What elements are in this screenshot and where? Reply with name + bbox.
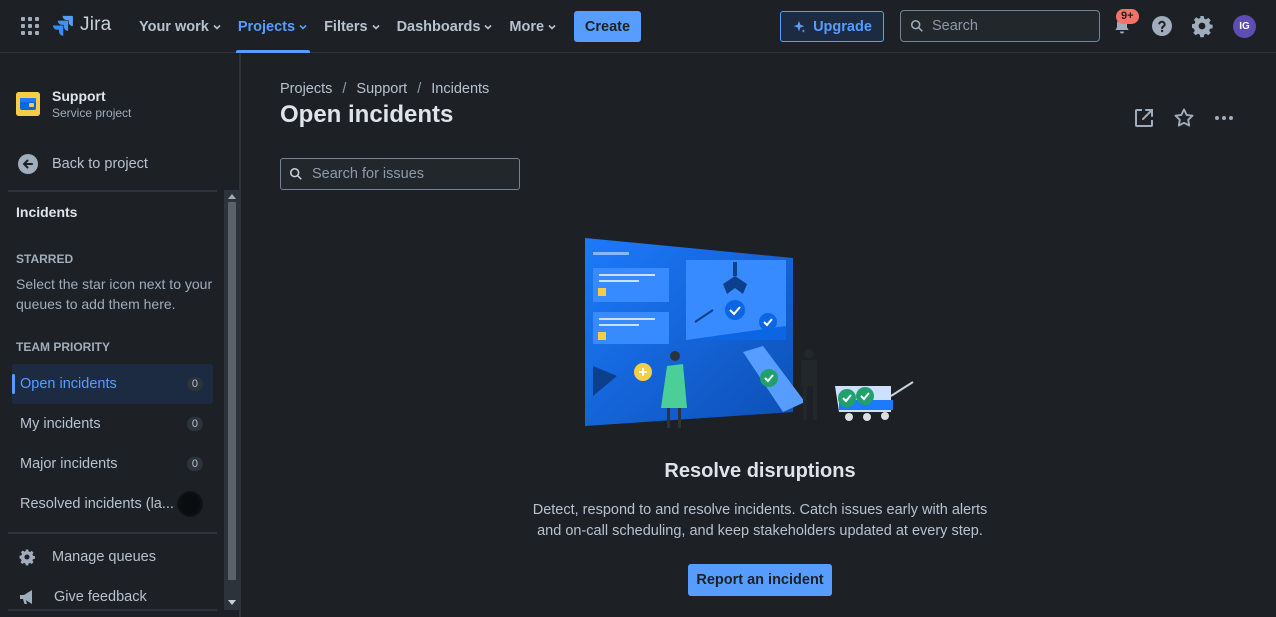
queue-count-badge: 0 (186, 377, 203, 391)
issue-search[interactable] (280, 158, 520, 190)
settings-gear-icon[interactable] (1190, 14, 1214, 38)
project-header[interactable]: Support Service project (16, 88, 131, 120)
global-search[interactable] (900, 10, 1100, 42)
back-to-project-link[interactable]: Back to project (18, 154, 148, 174)
give-feedback-label: Give feedback (54, 589, 147, 605)
queue-my-incidents[interactable]: My incidents 0 (12, 404, 213, 444)
global-search-input[interactable] (932, 18, 1082, 34)
nav-projects[interactable]: Projects (230, 0, 316, 53)
issue-search-input[interactable] (312, 166, 512, 182)
empty-state-description-line: and on-call scheduling, and keep stakeho… (537, 523, 983, 539)
arrow-left-circle-icon (18, 154, 38, 174)
queue-label: Major incidents (20, 456, 118, 472)
chevron-down-icon (548, 24, 556, 30)
nav-projects-label: Projects (237, 18, 296, 35)
queue-resolved-incidents[interactable]: Resolved incidents (la... (12, 484, 213, 524)
divider (8, 532, 217, 534)
empty-state-description-line: Detect, respond to and resolve incidents… (532, 502, 988, 518)
sidebar-scrollbar[interactable] (224, 190, 240, 610)
help-icon[interactable] (1150, 14, 1174, 38)
breadcrumb-separator: / (342, 81, 347, 97)
breadcrumb-support[interactable]: Support (356, 81, 407, 97)
gear-icon (19, 549, 35, 566)
nav-dashboards-label: Dashboards (396, 18, 481, 35)
starred-empty-note: Select the star icon next to your queues… (16, 276, 213, 312)
create-button[interactable]: Create (574, 11, 641, 42)
sparkle-icon (793, 20, 806, 33)
chevron-down-icon (372, 24, 380, 30)
divider (8, 190, 217, 192)
starred-heading: STARRED (16, 252, 74, 266)
breadcrumb: Projects / Support / Incidents (280, 81, 489, 97)
scrollbar-thumb[interactable] (228, 202, 236, 580)
app-name: Jira (80, 14, 112, 35)
sidebar: Support Service project Back to project … (0, 54, 241, 617)
queue-count-badge: 0 (186, 457, 203, 471)
jira-logo[interactable]: Jira (52, 14, 111, 36)
search-icon (289, 167, 302, 180)
app-switcher-icon[interactable] (21, 17, 39, 35)
scroll-down-arrow-icon[interactable] (228, 600, 236, 605)
empty-state-description: Detect, respond to and resolve incidents… (530, 500, 990, 542)
chevron-down-icon (213, 24, 221, 30)
queue-label: My incidents (20, 416, 101, 432)
star-icon[interactable] (1172, 106, 1196, 130)
breadcrumb-incidents[interactable]: Incidents (431, 81, 489, 97)
queue-major-incidents[interactable]: Major incidents 0 (12, 444, 213, 484)
primary-nav: Your work Projects Filters Dashboards Mo… (131, 0, 565, 53)
upgrade-button[interactable]: Upgrade (780, 11, 884, 42)
top-navigation: Jira Your work Projects Filters Dashboar… (0, 0, 1276, 53)
back-to-project-label: Back to project (52, 156, 148, 172)
breadcrumb-separator: / (417, 81, 422, 97)
queue-label: Resolved incidents (la... (20, 496, 174, 512)
nav-dashboards[interactable]: Dashboards (389, 0, 502, 53)
nav-filters-label: Filters (324, 18, 368, 35)
queue-label: Open incidents (20, 376, 117, 392)
manage-queues-label: Manage queues (52, 549, 156, 565)
nav-filters[interactable]: Filters (316, 0, 389, 53)
project-avatar-icon (16, 92, 40, 116)
chevron-down-icon (299, 24, 307, 30)
nav-your-work[interactable]: Your work (131, 0, 230, 53)
search-icon (910, 19, 923, 32)
nav-more[interactable]: More (501, 0, 565, 53)
report-incident-button[interactable]: Report an incident (688, 564, 832, 596)
manage-queues-link[interactable]: Manage queues (18, 548, 156, 566)
give-feedback-link[interactable]: Give feedback (18, 588, 147, 606)
project-name: Support (52, 88, 106, 104)
scroll-up-arrow-icon[interactable] (228, 194, 236, 199)
empty-state-title: Resolve disruptions (664, 460, 856, 482)
upgrade-label: Upgrade (813, 18, 872, 35)
open-external-icon[interactable] (1132, 106, 1156, 130)
notifications-badge: 9+ (1116, 9, 1139, 24)
chevron-down-icon (484, 24, 492, 30)
team-priority-heading: TEAM PRIORITY (16, 340, 111, 354)
queue-count-badge: 0 (186, 417, 203, 431)
divider (8, 609, 217, 611)
user-avatar[interactable]: IG (1233, 15, 1256, 38)
more-actions-icon[interactable] (1212, 106, 1236, 130)
jira-logo-icon (52, 15, 73, 36)
queue-open-incidents[interactable]: Open incidents 0 (12, 364, 213, 404)
page-title: Open incidents (280, 101, 454, 128)
project-type: Service project (52, 106, 132, 120)
nav-your-work-label: Your work (139, 18, 209, 35)
incident-illustration (585, 238, 914, 428)
megaphone-icon (20, 590, 32, 604)
sidebar-title: Incidents (16, 204, 78, 220)
breadcrumb-projects[interactable]: Projects (280, 81, 332, 97)
loading-spinner-icon (177, 491, 203, 517)
nav-more-label: More (509, 18, 545, 35)
